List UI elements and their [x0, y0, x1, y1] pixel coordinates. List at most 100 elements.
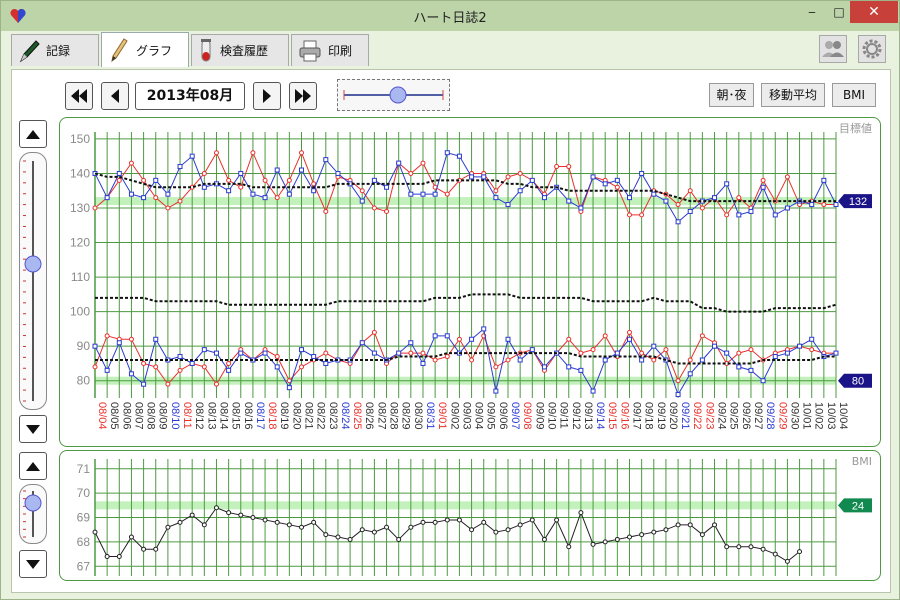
x-tick-label: 09/27: [752, 402, 764, 430]
data-point: [92, 205, 98, 211]
y-tick-label: 70: [77, 486, 91, 500]
data-point: [626, 336, 632, 342]
bmi-slider-thumb[interactable]: [24, 494, 42, 512]
users-button[interactable]: [819, 35, 847, 63]
data-point: [784, 174, 790, 180]
bp-vertical-slider[interactable]: [19, 152, 47, 410]
zoom-slider[interactable]: [337, 79, 450, 111]
down-arrow-icon: [26, 559, 40, 569]
data-point: [420, 360, 426, 366]
x-tick-label: 09/25: [728, 402, 740, 430]
bp-slider-track: [23, 160, 42, 402]
bp-scroll-down-button[interactable]: [19, 415, 47, 443]
moving-average-button[interactable]: 移動平均: [761, 83, 825, 107]
tab-print[interactable]: 印刷: [291, 34, 369, 66]
x-tick-label: 08/13: [205, 402, 217, 430]
y-tick-label: 150: [70, 132, 90, 146]
bmi-scroll-up-button[interactable]: [19, 452, 47, 480]
data-point: [493, 188, 499, 194]
x-tick-label: 08/17: [254, 402, 266, 430]
tab-test-history[interactable]: 検査履歴: [191, 34, 289, 66]
close-button[interactable]: ✕: [850, 1, 898, 23]
data-point: [189, 512, 195, 518]
up-arrow-icon: [26, 129, 40, 139]
data-point: [274, 364, 280, 370]
data-point: [541, 536, 547, 542]
data-point: [177, 354, 183, 360]
data-point: [128, 160, 134, 166]
blood-pressure-chart: 80 90 100 110 120 130 140 150 目標値 132 80 08/04 08/05…: [59, 117, 881, 447]
data-point: [809, 347, 815, 353]
x-tick-label: 08/18: [266, 402, 278, 430]
data-point: [517, 188, 523, 194]
tab-graph[interactable]: グラフ: [101, 32, 189, 67]
bmi-vertical-slider[interactable]: [19, 484, 47, 544]
data-point: [262, 177, 268, 183]
double-right-arrow-icon: [295, 89, 311, 103]
x-tick-label: 08/12: [193, 402, 205, 430]
last-month-button[interactable]: [289, 82, 317, 110]
data-point: [712, 195, 718, 201]
settings-button[interactable]: [858, 35, 886, 63]
data-point: [663, 347, 669, 353]
data-point: [323, 157, 329, 163]
x-tick-label: 08/11: [181, 402, 193, 429]
data-point: [201, 347, 207, 353]
data-point: [323, 532, 329, 538]
tab-record[interactable]: 記録: [11, 34, 99, 66]
blood-pressure-chart-svg: 80 90 100 110 120 130 140 150 目標値 132 80 08/04 08/05…: [70, 121, 872, 430]
data-point: [712, 522, 718, 528]
data-point: [177, 198, 183, 204]
data-point: [517, 357, 523, 363]
minimize-button[interactable]: ‒: [797, 1, 827, 23]
data-point: [748, 208, 754, 214]
data-point: [566, 164, 572, 170]
data-point: [238, 512, 244, 518]
x-tick-label: 10/01: [801, 402, 813, 430]
data-point: [104, 554, 110, 559]
morning-night-button[interactable]: 朝･夜: [709, 83, 754, 107]
data-point: [651, 529, 657, 535]
y-tick-label: 90: [77, 339, 91, 353]
data-point: [602, 181, 608, 187]
prev-month-button[interactable]: [101, 82, 129, 110]
data-point: [432, 357, 438, 363]
data-point: [116, 340, 122, 346]
bmi-scroll-down-button[interactable]: [19, 550, 47, 578]
x-tick-label: 08/23: [327, 402, 339, 430]
data-point: [226, 360, 232, 366]
data-point: [784, 558, 790, 564]
data-point: [639, 350, 645, 356]
corner-label: BMI: [852, 455, 872, 468]
data-point: [566, 364, 572, 370]
bp-scroll-up-button[interactable]: [19, 120, 47, 148]
data-point: [286, 385, 292, 391]
data-point: [833, 350, 839, 356]
data-point: [323, 208, 329, 214]
target-badge-label: 132: [849, 196, 867, 208]
bmi-button[interactable]: BMI: [832, 83, 876, 107]
x-tick-label: 08/25: [351, 402, 363, 430]
x-tick-label: 08/06: [120, 402, 132, 430]
data-point: [153, 177, 159, 183]
first-month-button[interactable]: [65, 82, 93, 110]
zoom-slider-thumb[interactable]: [389, 86, 407, 104]
data-point: [177, 367, 183, 373]
data-point: [724, 212, 730, 218]
data-point: [165, 524, 171, 530]
data-point: [238, 170, 244, 176]
data-point: [772, 212, 778, 218]
next-month-button[interactable]: [253, 82, 281, 110]
bp-slider-thumb[interactable]: [24, 255, 42, 273]
x-tick-label: 09/14: [594, 402, 606, 430]
data-point: [578, 350, 584, 356]
data-point: [748, 367, 754, 373]
x-tick-label: 09/11: [558, 402, 570, 429]
data-point: [626, 195, 632, 201]
printer-icon: [299, 40, 321, 61]
data-point: [201, 522, 207, 528]
data-point: [626, 329, 632, 335]
data-point: [213, 150, 219, 156]
data-point: [141, 195, 147, 201]
data-point: [92, 364, 98, 370]
